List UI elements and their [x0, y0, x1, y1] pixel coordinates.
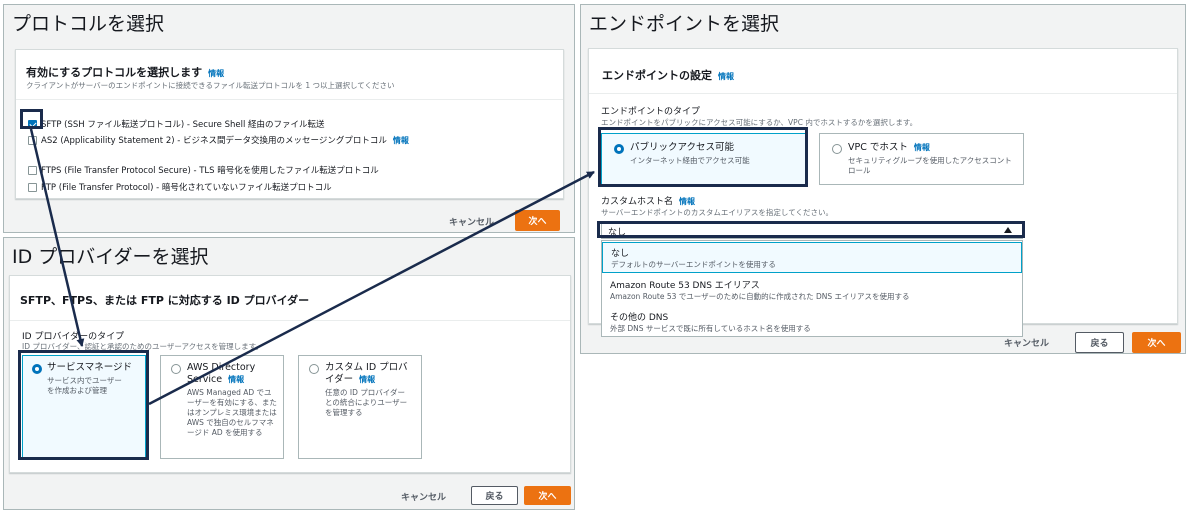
endpoint-panel-title: エンドポイントを選択: [589, 13, 780, 35]
endpoint-card: エンドポイントの設定 情報 エンドポイントのタイプ エンドポイントをパブリックにア…: [588, 48, 1178, 337]
as2-info-link[interactable]: 情報: [393, 135, 409, 146]
hostname-label-text: カスタムホスト名: [601, 197, 674, 207]
option-route53-desc: Amazon Route 53 でユーザーのために自動的に作成された DNS エ…: [610, 292, 910, 301]
custom-idp-desc: 任意の ID プロバイダーとの統合によりユーザーを管理する: [325, 388, 408, 417]
directory-service-desc: AWS Managed AD でユーザーを有効にする、またはオンプレミス環境また…: [187, 388, 277, 437]
ftp-checkbox[interactable]: [28, 182, 37, 192]
idp-back-button[interactable]: 戻る: [471, 486, 518, 505]
protocol-cancel-button[interactable]: キャンセル: [449, 215, 494, 228]
idp-tile-directory-service[interactable]: AWS Directory Service 情報 AWS Managed AD で…: [160, 355, 284, 459]
protocol-option-ftps[interactable]: FTPS (File Transfer Protocol Secure) - T…: [28, 164, 379, 176]
protocol-card: 有効にするプロトコルを選択します 情報 クライアントがサーバーのエンドポイントに接…: [15, 49, 564, 199]
endpoint-back-button[interactable]: 戻る: [1075, 332, 1124, 353]
dropdown-option-none[interactable]: なし デフォルトのサーバーエンドポイントを使用する: [602, 242, 1022, 273]
as2-label: AS2 (Applicability Statement 2) - ビジネス間デ…: [41, 136, 387, 146]
endpoint-cancel-button[interactable]: キャンセル: [1004, 336, 1049, 349]
idp-card-title: SFTP、FTPS、または FTP に対応する ID プロバイダー: [20, 294, 310, 307]
idp-next-button[interactable]: 次へ: [524, 486, 571, 505]
hostname-select-value: なし: [608, 227, 627, 238]
vpc-info-link[interactable]: 情報: [914, 143, 930, 152]
hostname-label: カスタムホスト名 情報: [601, 194, 695, 207]
endpoint-panel: エンドポイントを選択 エンドポイントの設定 情報 エンドポイントのタイプ エンドポ…: [580, 4, 1186, 354]
idp-tile-service-managed[interactable]: サービスマネージド サービス内でユーザーを作成および管理: [22, 355, 146, 459]
hostname-info-link[interactable]: 情報: [679, 197, 695, 206]
dropdown-option-route53[interactable]: Amazon Route 53 DNS エイリアス Amazon Route 5…: [602, 274, 1022, 305]
hostname-select[interactable]: なし: [601, 223, 1023, 239]
custom-idp-radio[interactable]: [309, 364, 319, 374]
idp-cancel-button[interactable]: キャンセル: [401, 490, 446, 503]
idp-panel-title: ID プロバイダーを選択: [12, 246, 209, 268]
as2-checkbox[interactable]: [28, 135, 37, 145]
sftp-label: SFTP (SSH ファイル転送プロトコル) - Secure Shell 経由…: [41, 120, 325, 130]
idp-type-desc: ID プロバイダー、認証と承認のためのユーザーアクセスを管理します。: [22, 342, 263, 351]
ftps-checkbox[interactable]: [28, 165, 37, 175]
protocol-info-link[interactable]: 情報: [208, 69, 224, 78]
protocol-option-sftp[interactable]: SFTP (SSH ファイル転送プロトコル) - Secure Shell 経由…: [28, 118, 325, 130]
custom-idp-title: カスタム ID プロバイダー 情報: [325, 362, 417, 386]
protocol-card-title-text: 有効にするプロトコルを選択します: [26, 66, 203, 79]
option-route53-title: Amazon Route 53 DNS エイリアス: [610, 281, 760, 291]
hostname-desc: サーバーエンドポイントのカスタムエイリアスを指定してください。: [601, 208, 833, 217]
idp-panel: ID プロバイダーを選択 SFTP、FTPS、または FTP に対応する ID …: [3, 237, 575, 510]
dropdown-option-other-dns[interactable]: その他の DNS 外部 DNS サービスで既に所有しているホスト名を使用する: [602, 306, 1022, 337]
endpoint-card-title-text: エンドポイントの設定: [602, 69, 712, 82]
vpc-radio[interactable]: [832, 144, 842, 154]
hostname-dropdown: なし デフォルトのサーバーエンドポイントを使用する Amazon Route 5…: [601, 240, 1023, 337]
public-radio[interactable]: [614, 144, 624, 154]
option-other-dns-title: その他の DNS: [610, 313, 669, 323]
endpoint-card-header: エンドポイントの設定 情報: [589, 49, 1177, 94]
protocol-description: クライアントがサーバーのエンドポイントに接続できるファイル転送プロトコルを 1 …: [26, 81, 395, 90]
endpoint-type-label: エンドポイントのタイプ: [601, 107, 701, 117]
custom-idp-info-link[interactable]: 情報: [359, 375, 375, 384]
idp-card-header: SFTP、FTPS、または FTP に対応する ID プロバイダー: [10, 276, 570, 321]
protocol-card-header: 有効にするプロトコルを選択します 情報 クライアントがサーバーのエンドポイントに接…: [16, 50, 563, 100]
endpoint-tile-vpc[interactable]: VPC でホスト 情報 セキュリティグループを使用したアクセスコントロール: [819, 133, 1024, 185]
public-desc: インターネット経由でアクセス可能: [630, 156, 750, 165]
ftps-label: FTPS (File Transfer Protocol Secure) - T…: [41, 166, 379, 176]
directory-service-title: AWS Directory Service 情報: [187, 362, 279, 386]
protocol-next-button[interactable]: 次へ: [515, 210, 560, 231]
idp-card: SFTP、FTPS、または FTP に対応する ID プロバイダー ID プロバ…: [9, 275, 571, 473]
public-title: パブリックアクセス可能: [630, 142, 735, 153]
service-managed-title: サービスマネージド: [47, 362, 133, 373]
service-managed-desc: サービス内でユーザーを作成および管理: [47, 376, 122, 395]
protocol-option-ftp[interactable]: FTP (File Transfer Protocol) - 暗号化されていない…: [28, 181, 332, 193]
option-none-title: なし: [611, 249, 630, 259]
option-other-dns-desc: 外部 DNS サービスで既に所有しているホスト名を使用する: [610, 324, 811, 333]
vpc-desc: セキュリティグループを使用したアクセスコントロール: [848, 156, 1012, 175]
endpoint-card-title: エンドポイントの設定 情報: [602, 67, 734, 83]
protocol-panel-title: プロトコルを選択: [12, 13, 165, 35]
directory-service-radio[interactable]: [171, 364, 181, 374]
endpoint-info-link[interactable]: 情報: [718, 72, 734, 81]
ftp-label: FTP (File Transfer Protocol) - 暗号化されていない…: [41, 183, 332, 193]
vpc-title: VPC でホスト 情報: [848, 142, 1018, 154]
sftp-checkbox[interactable]: [28, 119, 37, 129]
directory-service-title-text: AWS Directory Service: [187, 362, 256, 385]
option-none-desc: デフォルトのサーバーエンドポイントを使用する: [611, 260, 776, 269]
endpoint-tile-public[interactable]: パブリックアクセス可能 インターネット経由でアクセス可能: [601, 133, 806, 185]
service-managed-radio[interactable]: [32, 364, 42, 374]
endpoint-type-desc: エンドポイントをパブリックにアクセス可能にするか、VPC 内でホストするかを選択…: [601, 118, 918, 127]
protocol-card-title: 有効にするプロトコルを選択します 情報: [26, 64, 224, 80]
caret-up-icon: [1004, 227, 1012, 233]
vpc-title-text: VPC でホスト: [848, 142, 908, 153]
protocol-option-as2[interactable]: AS2 (Applicability Statement 2) - ビジネス間デ…: [28, 134, 409, 146]
endpoint-next-button[interactable]: 次へ: [1132, 332, 1181, 353]
protocol-panel: プロトコルを選択 有効にするプロトコルを選択します 情報 クライアントがサーバーの…: [3, 4, 575, 233]
idp-tile-custom-idp[interactable]: カスタム ID プロバイダー 情報 任意の ID プロバイダーとの統合によりユーザ…: [298, 355, 422, 459]
directory-service-info-link[interactable]: 情報: [228, 375, 244, 384]
